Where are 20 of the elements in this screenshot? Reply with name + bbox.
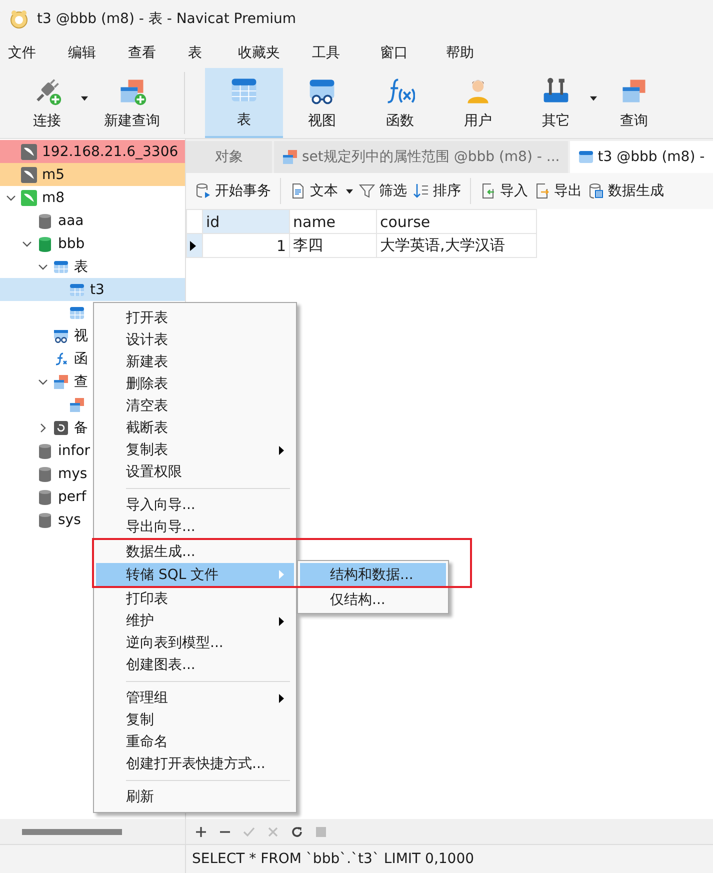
tree-label: infor	[58, 442, 90, 458]
tree-label: bbb	[58, 236, 85, 252]
tree-label: aaa	[58, 212, 84, 228]
tree-label: 备	[74, 418, 88, 436]
tree-label: 视	[74, 326, 88, 344]
window-title: t3 @bbb (m8) - 表 - Navicat Premium	[37, 10, 296, 28]
tree-label: mys	[58, 466, 88, 482]
tree-label: m5	[42, 166, 65, 182]
tree-label: sys	[58, 512, 81, 528]
tree-label: 192.168.21.6_3306	[42, 144, 178, 160]
tree-label: 函	[74, 350, 88, 368]
table-cell: 李四	[290, 234, 376, 258]
tree-label: 查	[74, 372, 88, 390]
tree-label: t3	[90, 282, 104, 298]
status-text: SELECT * FROM `bbb`.`t3` LIMIT 0,1000	[191, 851, 474, 867]
table-cell: 大学英语,大学汉语	[376, 234, 536, 258]
tree-label: 表	[74, 258, 88, 276]
table-cell: 1	[202, 234, 290, 258]
tree-label: perf	[58, 488, 86, 504]
tree-label: m8	[42, 190, 65, 206]
